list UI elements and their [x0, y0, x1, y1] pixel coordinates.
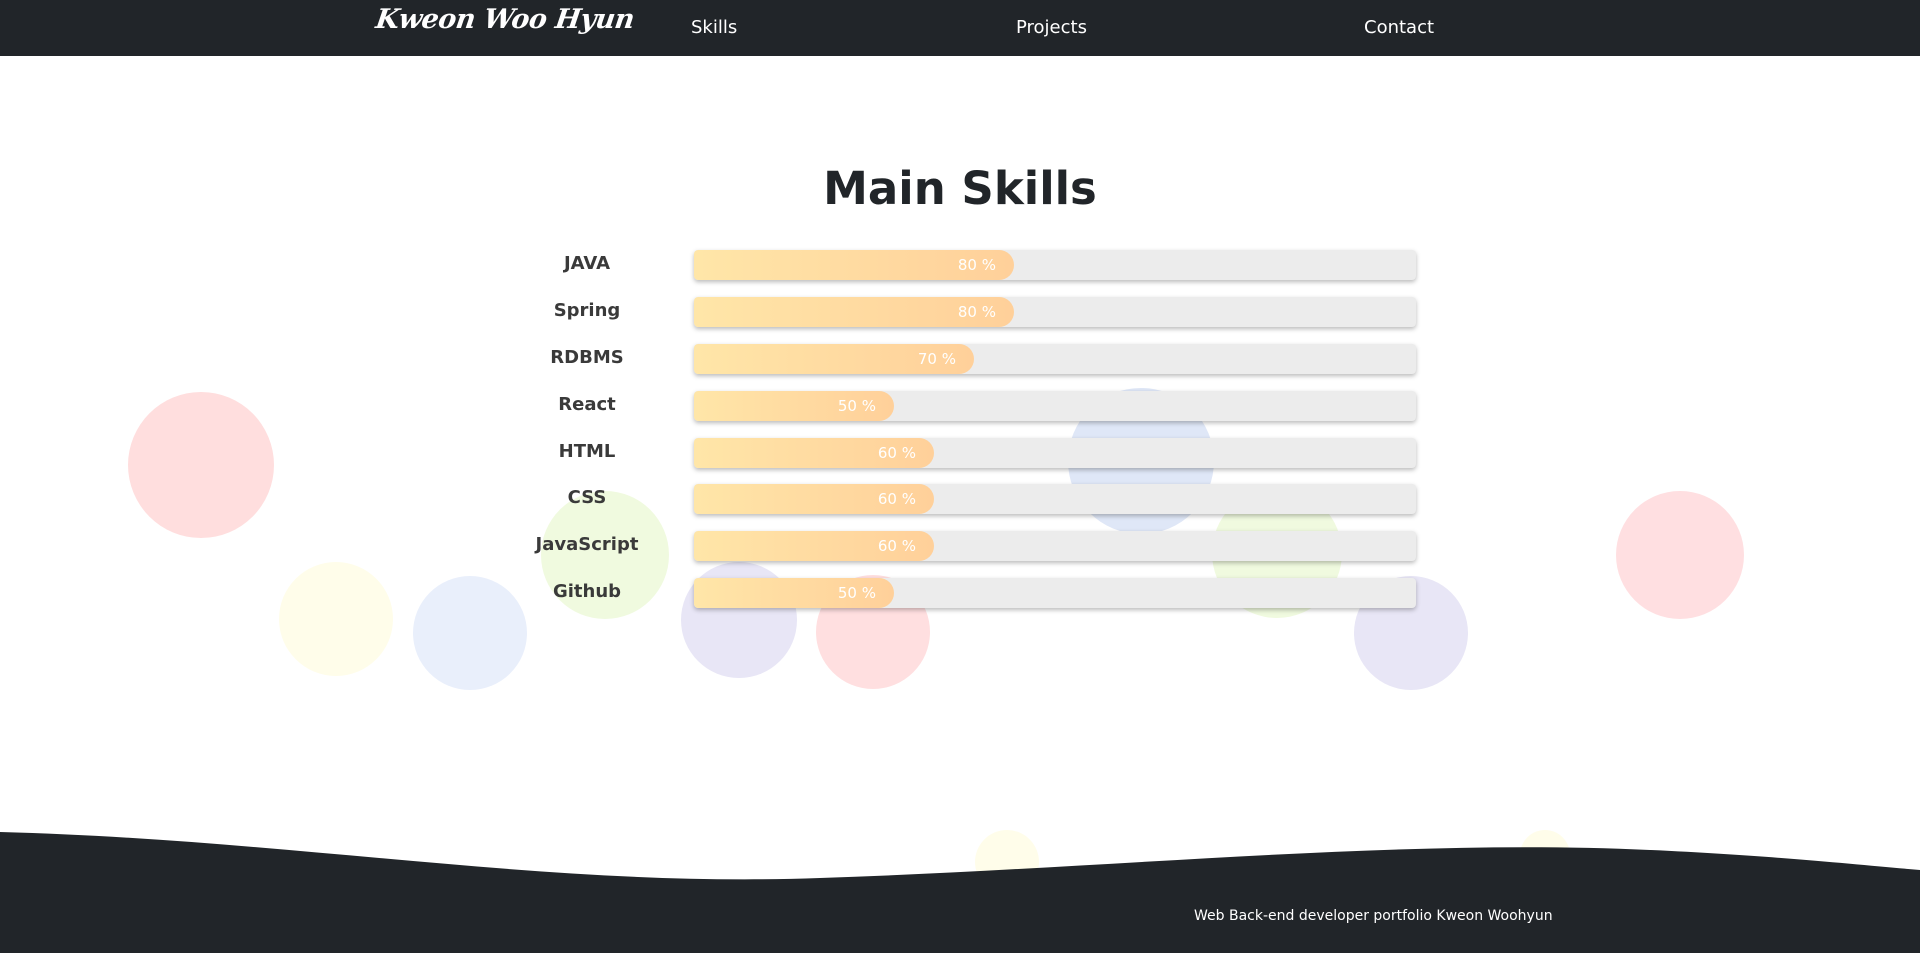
- skill-percent-label: 80 %: [957, 256, 996, 274]
- skill-progress-fill: 50 %: [694, 578, 894, 608]
- skill-row-html: HTML 60 %: [0, 438, 1920, 468]
- skill-progress-track: 60 %: [694, 531, 1416, 561]
- skill-name: Spring: [553, 300, 621, 321]
- skill-percent-label: 60 %: [877, 537, 916, 555]
- skill-name: JAVA: [563, 253, 611, 274]
- skill-progress-track: 80 %: [694, 250, 1416, 280]
- skill-percent-label: 50 %: [837, 397, 876, 415]
- skill-progress-fill: 70 %: [694, 344, 974, 374]
- skill-percent-label: 60 %: [877, 444, 916, 462]
- skills-title: Main Skills: [823, 162, 1097, 215]
- skill-row-css: CSS 60 %: [0, 484, 1920, 514]
- page: Kweon Woo Hyun Skills Projects Contact M…: [0, 0, 1920, 953]
- skill-row-java: JAVA 80 %: [0, 250, 1920, 280]
- skill-name: JavaScript: [535, 534, 639, 555]
- skill-name: Github: [552, 581, 622, 602]
- skill-row-react: React 50 %: [0, 391, 1920, 421]
- skill-row-github: Github 50 %: [0, 578, 1920, 608]
- skill-name: CSS: [567, 487, 607, 508]
- skill-progress-track: 50 %: [694, 578, 1416, 608]
- skill-row-javascript: JavaScript 60 %: [0, 531, 1920, 561]
- skill-percent-label: 60 %: [877, 490, 916, 508]
- footer-background: [0, 832, 1920, 953]
- navbar: Kweon Woo Hyun Skills Projects Contact: [0, 0, 1920, 56]
- skill-progress-track: 50 %: [694, 391, 1416, 421]
- nav-link-skills[interactable]: Skills: [691, 17, 737, 38]
- skill-progress-track: 60 %: [694, 438, 1416, 468]
- skill-progress-track: 60 %: [694, 484, 1416, 514]
- skill-name: HTML: [558, 441, 616, 462]
- skill-percent-label: 50 %: [837, 584, 876, 602]
- skill-progress-track: 70 %: [694, 344, 1416, 374]
- skill-progress-fill: 50 %: [694, 391, 894, 421]
- skill-progress-fill: 80 %: [694, 250, 1014, 280]
- skill-percent-label: 80 %: [957, 303, 996, 321]
- skill-row-rdbms: RDBMS 70 %: [0, 344, 1920, 374]
- skill-progress-fill: 80 %: [694, 297, 1014, 327]
- skill-row-spring: Spring 80 %: [0, 297, 1920, 327]
- nav-link-contact[interactable]: Contact: [1364, 17, 1434, 38]
- brand-logo[interactable]: Kweon Woo Hyun: [374, 4, 636, 35]
- skill-progress-fill: 60 %: [694, 438, 934, 468]
- skill-progress-fill: 60 %: [694, 484, 934, 514]
- skill-name: React: [558, 394, 616, 415]
- nav-link-projects[interactable]: Projects: [1016, 17, 1087, 38]
- footer-text: Web Back-end developer portfolio Kweon W…: [1194, 908, 1553, 924]
- skill-percent-label: 70 %: [917, 350, 956, 368]
- skill-progress-fill: 60 %: [694, 531, 934, 561]
- skill-name: RDBMS: [550, 347, 624, 368]
- skill-progress-track: 80 %: [694, 297, 1416, 327]
